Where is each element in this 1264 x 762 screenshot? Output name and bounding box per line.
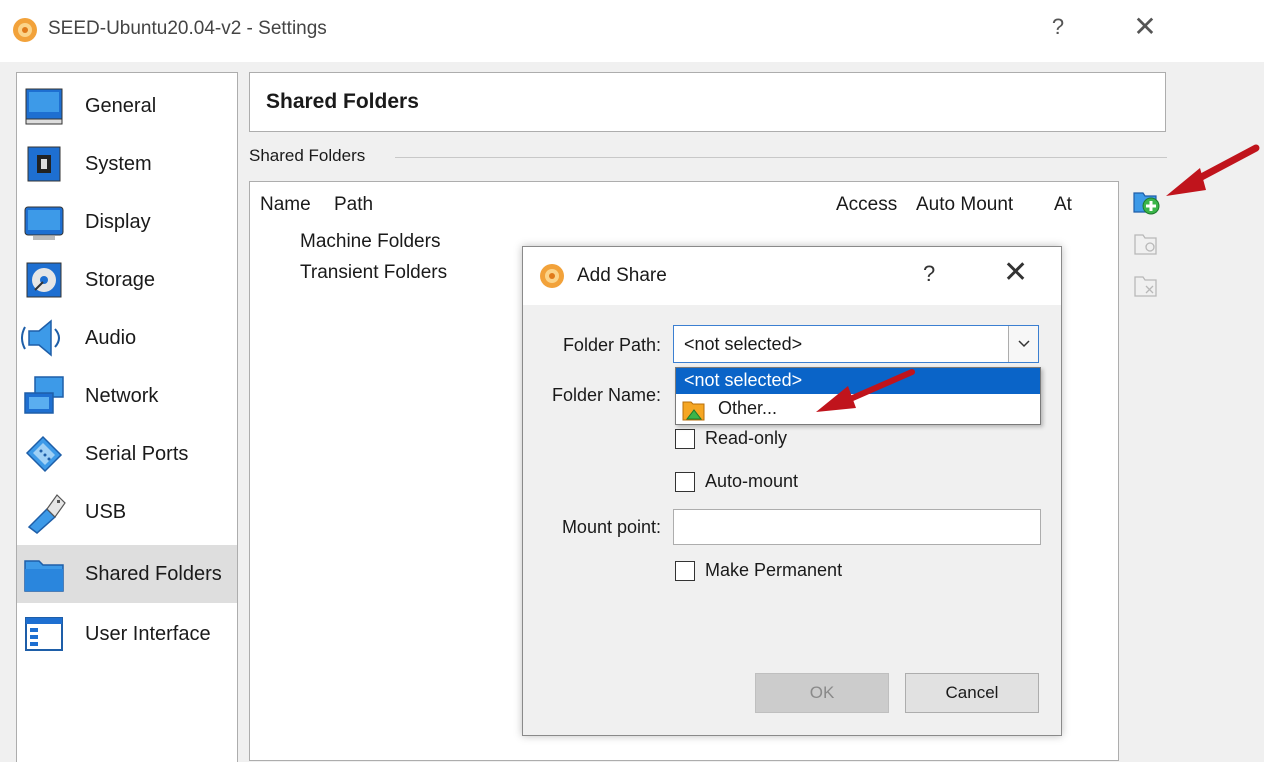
- sidebar-item-label: Storage: [85, 268, 156, 291]
- sidebar-item-label: Serial Ports: [85, 442, 189, 465]
- page-title: Shared Folders: [266, 90, 419, 113]
- readonly-label: Read-only: [705, 428, 788, 448]
- dialog-title: Add Share: [577, 265, 667, 286]
- sidebar-item-label: System: [85, 152, 152, 175]
- sidebar-item-general[interactable]: General: [17, 77, 237, 135]
- sidebar-item-label: Audio: [85, 326, 137, 349]
- dialog-help-button[interactable]: ?: [923, 261, 935, 287]
- sidebar-item-label: Shared Folders: [85, 562, 222, 585]
- column-header-at[interactable]: At: [1054, 194, 1072, 216]
- edit-share-icon[interactable]: [1132, 230, 1160, 258]
- group-divider: [395, 157, 1167, 158]
- folder-path-combobox[interactable]: <not selected>: [673, 325, 1039, 363]
- readonly-checkbox[interactable]: [675, 429, 695, 449]
- annotation-arrow-add-share: [1166, 144, 1260, 196]
- window-help-button[interactable]: ?: [1046, 14, 1070, 40]
- annotation-arrow-other-option: [816, 369, 915, 412]
- add-share-icon[interactable]: [1132, 188, 1160, 216]
- sidebar-item-usb[interactable]: USB: [17, 483, 237, 541]
- mount-point-label: Mount point:: [561, 517, 661, 537]
- window-close-button[interactable]: ✕: [1130, 10, 1160, 43]
- sidebar-item-label: User Interface: [85, 622, 211, 645]
- make-permanent-label: Make Permanent: [705, 560, 843, 580]
- column-header-access[interactable]: Access: [836, 194, 897, 216]
- column-header-auto-mount[interactable]: Auto Mount: [916, 194, 1013, 216]
- user-interface-icon: [25, 617, 63, 651]
- sidebar-item-label: Display: [85, 210, 151, 233]
- sidebar-item-shared-folders[interactable]: Shared Folders: [17, 545, 237, 603]
- display-icon: [24, 206, 64, 240]
- sidebar-item-system[interactable]: System: [17, 135, 237, 193]
- system-icon: [27, 146, 61, 182]
- sidebar-item-display[interactable]: Display: [17, 193, 237, 251]
- audio-icon: [21, 319, 60, 357]
- column-header-name[interactable]: Name: [260, 194, 311, 216]
- storage-icon: [26, 262, 62, 298]
- mount-point-input[interactable]: [673, 509, 1041, 545]
- general-icon: [25, 88, 63, 125]
- ok-button[interactable]: OK: [755, 673, 889, 713]
- serial-ports-icon: [25, 435, 63, 473]
- virtualbox-app-icon: [13, 18, 37, 42]
- dialog-titlebar: Add Share ? ✕: [523, 247, 1061, 305]
- settings-sidebar: General System Display Storage Audio Net…: [16, 72, 238, 762]
- window-titlebar: SEED-Ubuntu20.04-v2 - Settings ? ✕: [0, 0, 1264, 62]
- folder-open-icon: [682, 401, 705, 421]
- sidebar-item-label: USB: [85, 500, 127, 523]
- cancel-button[interactable]: Cancel: [905, 673, 1039, 713]
- folder-name-label: Folder Name:: [551, 385, 661, 405]
- make-permanent-checkbox[interactable]: [675, 561, 695, 581]
- sidebar-item-label: General: [85, 94, 157, 117]
- network-icon: [24, 376, 64, 414]
- page-header: Shared Folders: [249, 72, 1166, 132]
- automount-label: Auto-mount: [705, 471, 799, 491]
- shared-folders-icon: [24, 560, 64, 592]
- usb-icon: [27, 494, 66, 534]
- sidebar-item-storage[interactable]: Storage: [17, 251, 237, 309]
- chevron-down-icon[interactable]: [1008, 326, 1038, 362]
- automount-checkbox[interactable]: [675, 472, 695, 492]
- remove-share-icon[interactable]: [1132, 272, 1160, 300]
- sidebar-item-audio[interactable]: Audio: [17, 309, 237, 367]
- shared-folders-group-label: Shared Folders: [249, 146, 376, 166]
- add-share-dialog: Add Share ? ✕ Folder Path: <not selected…: [522, 246, 1062, 736]
- table-row-machine-folders[interactable]: Machine Folders: [300, 231, 440, 253]
- table-row-transient-folders[interactable]: Transient Folders: [300, 262, 447, 284]
- dialog-close-button[interactable]: ✕: [1003, 255, 1028, 290]
- dropdown-option-other-label: Other...: [718, 398, 778, 418]
- window-title: SEED-Ubuntu20.04-v2 - Settings: [48, 18, 327, 39]
- sidebar-item-label: Network: [85, 384, 159, 407]
- column-header-path[interactable]: Path: [334, 194, 373, 216]
- sidebar-item-network[interactable]: Network: [17, 367, 237, 425]
- sidebar-item-serial-ports[interactable]: Serial Ports: [17, 425, 237, 483]
- sidebar-item-user-interface[interactable]: User Interface: [17, 605, 237, 663]
- virtualbox-app-icon: [540, 264, 564, 288]
- folder-path-value: <not selected>: [684, 334, 803, 354]
- folder-path-label: Folder Path:: [562, 335, 661, 355]
